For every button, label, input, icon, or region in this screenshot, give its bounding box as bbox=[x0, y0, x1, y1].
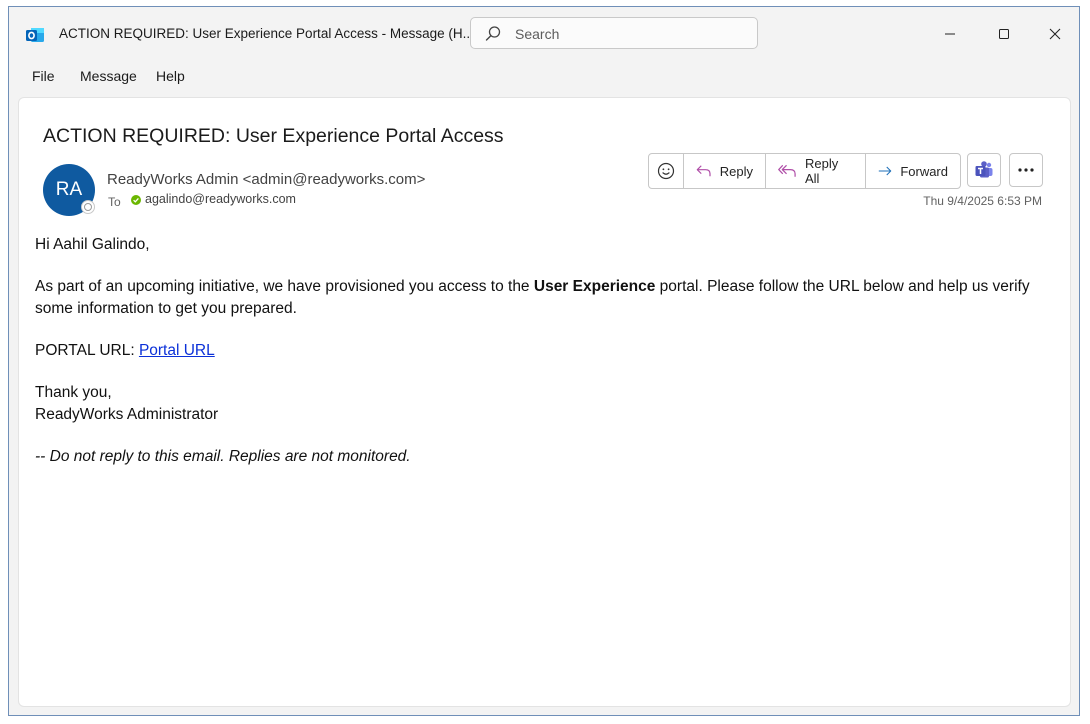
reply-all-label: Reply All bbox=[804, 156, 839, 186]
reaction-button[interactable] bbox=[649, 154, 684, 188]
para-text-start: As part of an upcoming initiative, we ha… bbox=[35, 278, 534, 295]
close-icon bbox=[1049, 28, 1061, 40]
menu-help[interactable]: Help bbox=[156, 68, 185, 84]
reply-button[interactable]: Reply bbox=[684, 154, 766, 188]
reply-icon bbox=[696, 165, 711, 177]
teams-chat-button[interactable] bbox=[967, 153, 1001, 187]
email-subject: ACTION REQUIRED: User Experience Portal … bbox=[43, 125, 504, 147]
smiley-icon bbox=[657, 162, 675, 180]
recipient-address[interactable]: agalindo@readyworks.com bbox=[145, 192, 296, 206]
message-reading-pane: ACTION REQUIRED: User Experience Portal … bbox=[18, 97, 1071, 707]
para-bold-text: User Experience bbox=[533, 278, 656, 295]
body-paragraph: As part of an upcoming initiative, we ha… bbox=[35, 276, 1050, 320]
portal-url-link[interactable]: Portal URL bbox=[139, 342, 215, 359]
forward-arrow-icon bbox=[878, 166, 892, 176]
avatar-initials: RA bbox=[55, 179, 83, 200]
close-button[interactable] bbox=[1032, 17, 1078, 51]
window-title: ACTION REQUIRED: User Experience Portal … bbox=[59, 26, 474, 41]
reply-all-button[interactable]: Reply All bbox=[766, 154, 866, 188]
recipient-presence-icon bbox=[131, 195, 141, 205]
more-ellipsis-icon bbox=[1018, 168, 1034, 172]
maximize-icon bbox=[999, 29, 1009, 39]
minimize-icon bbox=[945, 33, 955, 35]
message-actions-group: Reply Reply All Forward bbox=[648, 153, 961, 189]
portal-label: PORTAL URL: bbox=[35, 342, 139, 359]
footer-note: -- Do not reply to this email. Replies a… bbox=[35, 448, 411, 465]
more-actions-button[interactable] bbox=[1009, 153, 1043, 187]
signature-line: ReadyWorks Administrator bbox=[35, 406, 219, 423]
presence-status-icon bbox=[81, 200, 95, 214]
sender-name[interactable]: ReadyWorks Admin <admin@readyworks.com> bbox=[107, 171, 425, 188]
outlook-message-window: ACTION REQUIRED: User Experience Portal … bbox=[8, 6, 1080, 716]
portal-line: PORTAL URL: Portal URL bbox=[35, 340, 1050, 362]
menu-bar: File Message Help bbox=[9, 61, 1079, 91]
maximize-button[interactable] bbox=[981, 17, 1027, 51]
email-body: Hi Aahil Galindo, As part of an upcoming… bbox=[35, 234, 1050, 488]
forward-button[interactable]: Forward bbox=[866, 154, 960, 188]
reply-all-icon bbox=[778, 164, 796, 177]
closing-line: Thank you, bbox=[35, 384, 112, 401]
signature-block: Thank you, ReadyWorks Administrator bbox=[35, 382, 1050, 426]
menu-file[interactable]: File bbox=[32, 68, 55, 84]
outlook-app-icon bbox=[25, 25, 45, 45]
search-placeholder: Search bbox=[515, 26, 560, 42]
sent-date: Thu 9/4/2025 6:53 PM bbox=[923, 194, 1042, 208]
teams-icon bbox=[975, 161, 993, 178]
forward-label: Forward bbox=[900, 163, 948, 179]
greeting: Hi Aahil Galindo, bbox=[35, 236, 150, 253]
menu-message[interactable]: Message bbox=[80, 68, 137, 84]
minimize-button[interactable] bbox=[927, 17, 973, 51]
search-icon bbox=[484, 25, 502, 43]
title-bar: ACTION REQUIRED: User Experience Portal … bbox=[9, 7, 1079, 61]
search-box[interactable]: Search bbox=[470, 17, 758, 49]
reply-label: Reply bbox=[719, 163, 753, 179]
to-label: To bbox=[108, 195, 121, 209]
